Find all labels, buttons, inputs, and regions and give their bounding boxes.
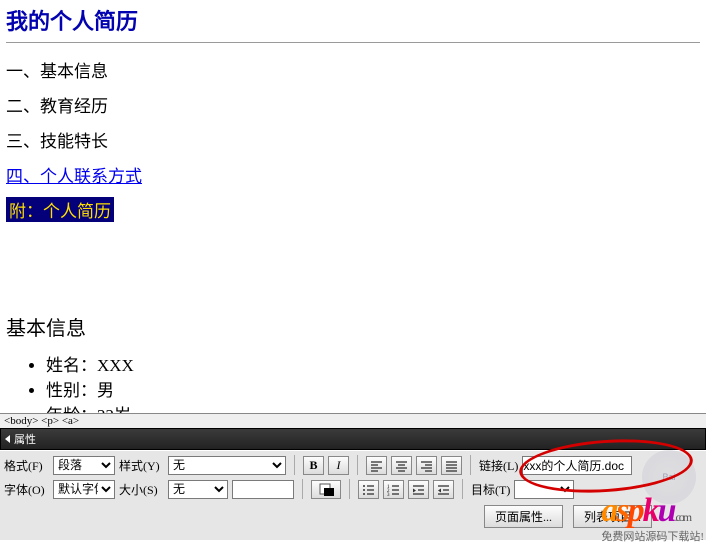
format-label: 格式(F) <box>4 457 49 474</box>
tag-selector-breadcrumb[interactable]: <body> <p> <a> <box>0 413 706 428</box>
section-1: 一、基本信息 <box>6 57 700 82</box>
align-center-button[interactable] <box>391 456 412 475</box>
unordered-list-button[interactable] <box>358 480 379 499</box>
target-label: 目标(T) <box>471 481 510 498</box>
target-select[interactable] <box>514 480 574 499</box>
align-justify-button[interactable] <box>441 456 462 475</box>
align-right-button[interactable] <box>416 456 437 475</box>
section-link-contact[interactable]: 四、个人联系方式 <box>6 167 142 186</box>
document-editor[interactable]: 我的个人简历 一、基本信息 二、教育经历 三、技能特长 四、个人联系方式 附：个… <box>0 0 706 413</box>
size-select[interactable]: 无 <box>168 480 228 499</box>
properties-panel-header[interactable]: 属性 <box>0 428 706 450</box>
list-item: 性别：男 <box>46 376 700 401</box>
font-select[interactable]: 默认字体 <box>53 480 115 499</box>
ordered-list-button[interactable]: 123 <box>383 480 404 499</box>
italic-button[interactable]: I <box>328 456 349 475</box>
text-color-button[interactable] <box>311 480 341 499</box>
size-label: 大小(S) <box>119 481 164 498</box>
page-properties-button[interactable]: 页面属性... <box>484 505 563 528</box>
link-input[interactable] <box>522 456 632 475</box>
outdent-button[interactable] <box>408 480 429 499</box>
properties-panel: 格式(F) 段落 样式(Y) 无 B I 链接(L) 字体(O) 默认字体 大小… <box>0 450 706 540</box>
highlight-attachment: 附：个人简历 <box>6 197 114 222</box>
link-label: 链接(L) <box>479 457 518 474</box>
indent-button[interactable] <box>433 480 454 499</box>
section-3: 三、技能特长 <box>6 127 700 152</box>
style-label: 样式(Y) <box>119 457 164 474</box>
style-select[interactable]: 无 <box>168 456 286 475</box>
list-item: 年龄：22岁 <box>46 401 700 413</box>
panel-title: 属性 <box>14 431 36 447</box>
section-2: 二、教育经历 <box>6 92 700 117</box>
align-left-button[interactable] <box>366 456 387 475</box>
watermark-logo: aspku.com 免费网站源码下载站! <box>601 492 704 544</box>
svg-text:3: 3 <box>387 493 390 496</box>
collapse-icon <box>5 435 10 443</box>
bold-button[interactable]: B <box>303 456 324 475</box>
doc-title: 我的个人简历 <box>6 4 700 36</box>
list-item: 姓名：XXX <box>46 351 700 376</box>
format-select[interactable]: 段落 <box>53 456 115 475</box>
font-label: 字体(O) <box>4 481 49 498</box>
subheading-basic-info: 基本信息 <box>6 312 700 341</box>
size-input[interactable] <box>232 480 294 499</box>
divider <box>6 42 700 43</box>
